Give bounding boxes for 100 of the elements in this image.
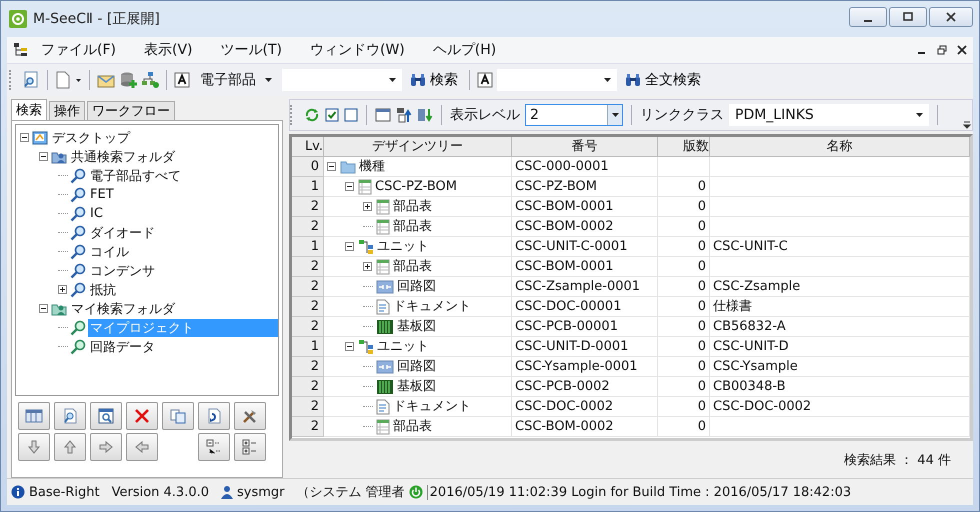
expand-all-button[interactable] [234,433,266,461]
expander-icon[interactable] [345,342,354,351]
expander-icon[interactable] [345,242,354,251]
expander-icon[interactable] [58,285,67,294]
tree-item[interactable]: 電子部品すべて [88,166,183,184]
search-button[interactable]: 検索 [406,71,462,89]
refresh-button[interactable] [198,402,230,430]
expander-icon[interactable] [327,162,336,171]
tree-node[interactable]: 部品表 [393,417,432,436]
tree-item[interactable]: コンデンサ [88,262,157,280]
menu-item[interactable]: ツール(T) [220,41,282,59]
category-dropdown[interactable]: 電子部品 [194,69,278,91]
tree-node[interactable]: ユニット [377,237,429,256]
export-icon[interactable] [396,107,412,123]
new-document-icon[interactable] [55,71,71,89]
name-cell: CSC-UNIT-C [710,237,970,257]
close-icon[interactable] [957,45,967,55]
database-add-icon[interactable] [119,71,137,89]
tree-item[interactable]: マイ検索フォルダ [69,300,177,318]
tree-node[interactable]: 基板図 [397,377,436,396]
menu-item[interactable]: ウィンドウ(W) [310,41,405,59]
tree-node[interactable]: ユニット [377,337,429,356]
result-count: 検索結果 ： 44 件 [844,452,951,468]
tree-item[interactable]: コイル [88,242,131,260]
search-document-icon[interactable] [22,71,40,89]
expander-icon[interactable] [20,133,29,142]
check-all-icon[interactable] [325,108,339,122]
tree-item[interactable]: FET [88,187,116,202]
binoculars-icon [625,73,641,87]
restore-icon[interactable] [937,45,947,55]
expander-icon[interactable] [363,202,372,211]
close-button[interactable] [929,7,973,27]
copy-button[interactable] [162,402,194,430]
tree-item[interactable]: IC [88,206,105,221]
number-cell: CSC-UNIT-C-0001 [512,237,658,257]
user-icon [221,485,234,499]
maximize-button[interactable] [889,7,927,27]
text-style-icon[interactable] [174,72,190,88]
panel-tab[interactable]: 検索 [11,99,47,120]
tree-node[interactable]: 回路図 [397,357,436,376]
version-cell: 0 [658,237,710,257]
version-cell: 0 [658,217,710,237]
expander-icon[interactable] [363,262,372,271]
link-class-dropdown[interactable]: PDM_LINKS [729,104,929,126]
panel-tab[interactable]: ワークフロー [87,101,175,120]
tree-node[interactable]: 部品表 [393,197,432,216]
menu-item[interactable]: ファイル(F) [41,41,116,59]
tree-item[interactable]: 回路データ [88,338,157,356]
menu-item[interactable]: ヘルプ(H) [432,41,496,59]
link-class-label: リンククラス [640,106,724,124]
tree-node[interactable]: 機種 [359,157,385,176]
right-button[interactable] [90,433,122,461]
fulltext-search-button[interactable]: 全文検索 [621,71,705,89]
tree-node[interactable]: ドキュメント [393,397,471,416]
left-button[interactable] [126,433,158,461]
tree-node[interactable]: CSC-PZ-BOM [375,177,457,196]
down-button[interactable] [18,433,50,461]
column-header[interactable]: 名称 [710,137,970,157]
copy-icon [169,408,187,424]
binoculars-icon [410,73,426,87]
tree-node[interactable]: 回路図 [397,277,436,296]
column-header[interactable]: 番号 [512,137,658,157]
tree-node[interactable]: 基板図 [397,317,436,336]
tree-item[interactable]: 共通検索フォルダ [69,148,177,166]
panel-tab[interactable]: 操作 [49,101,85,120]
network-add-icon[interactable] [141,71,159,89]
refresh-icon[interactable] [304,107,320,123]
display-level-dropdown[interactable]: 2 [525,104,623,126]
grid-button[interactable] [18,402,50,430]
text-style-icon[interactable] [477,72,493,88]
preview-button[interactable] [90,402,122,430]
collapse-all-button[interactable] [198,433,230,461]
column-header[interactable]: デザインツリー [324,137,512,157]
import-icon[interactable] [417,107,433,123]
window-icon[interactable] [375,107,391,123]
tree-node[interactable]: 部品表 [393,217,432,236]
search-icon [70,338,86,354]
minimize-button[interactable] [849,7,887,27]
tree-node[interactable]: ドキュメント [393,297,471,316]
tools-button[interactable] [234,402,266,430]
info-icon [11,485,25,499]
tree-node[interactable]: 部品表 [393,257,432,276]
column-header[interactable]: 版数 [658,137,710,157]
caret-icon [389,77,396,83]
tree-item[interactable]: ダイオード [88,224,157,242]
expander-icon[interactable] [39,304,48,313]
tree-item[interactable]: デスクトップ [50,128,132,146]
column-header[interactable]: Lv. [292,137,324,157]
tree-icon[interactable] [13,42,29,58]
user-role: （システム 管理者 [296,484,405,501]
tree-item[interactable]: 抵抗 [88,280,118,298]
up-button[interactable] [54,433,86,461]
expander-icon[interactable] [345,182,354,191]
delete-button[interactable] [126,402,158,430]
menu-item[interactable]: 表示(V) [144,41,192,59]
caret-icon [916,112,923,118]
find-button[interactable] [54,402,86,430]
level-cell: 1 [292,177,324,197]
expander-icon[interactable] [39,152,48,161]
uncheck-all-icon[interactable] [344,108,358,122]
